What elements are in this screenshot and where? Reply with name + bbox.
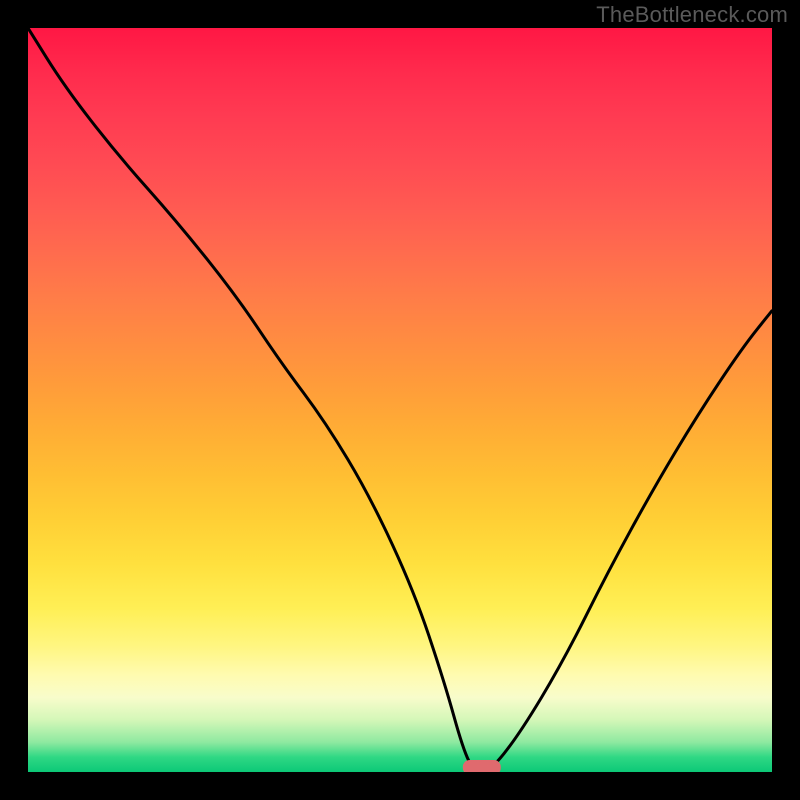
plot-area bbox=[28, 28, 772, 772]
watermark-text: TheBottleneck.com bbox=[596, 2, 788, 28]
optimal-point-marker bbox=[463, 760, 501, 772]
chart-frame: TheBottleneck.com bbox=[0, 0, 800, 800]
bottleneck-curve bbox=[28, 28, 772, 772]
chart-svg bbox=[28, 28, 772, 772]
